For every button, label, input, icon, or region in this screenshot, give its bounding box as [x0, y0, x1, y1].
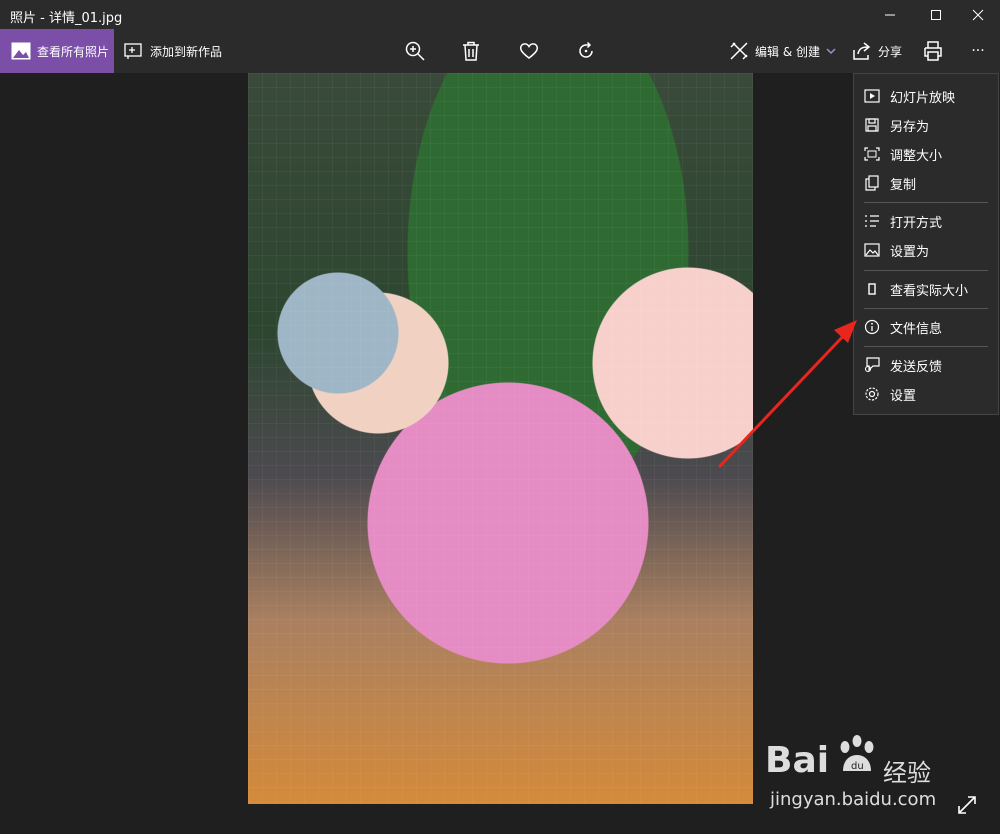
watermark-product: 经验 [883, 759, 931, 787]
watermark-url: jingyan.baidu.com [770, 789, 937, 810]
paw-icon: du [840, 735, 874, 772]
annotation-arrow [718, 320, 857, 468]
svg-text:du: du [851, 761, 864, 772]
fullscreen-icon[interactable] [956, 794, 978, 816]
watermark-brand: Bai [765, 740, 830, 781]
